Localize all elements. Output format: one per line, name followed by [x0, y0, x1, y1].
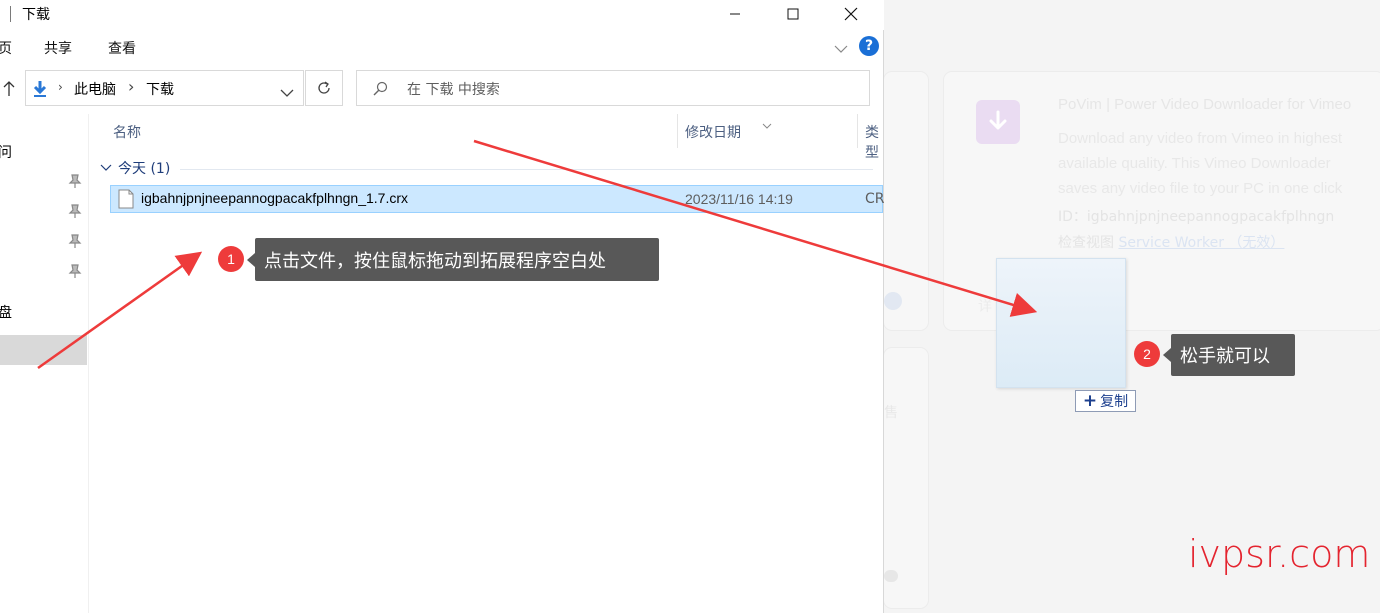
step-1-text: 点击文件，按住鼠标拖动到拓展程序空白处 — [264, 250, 606, 272]
annotation-arrows — [37, 139, 1038, 370]
arrow-to-drop-zone — [473, 139, 1038, 317]
watermark: ivpsr.com — [1188, 532, 1371, 576]
step-2-text: 松手就可以 — [1180, 346, 1270, 367]
step-1-badge: 1 — [218, 246, 244, 272]
arrow-to-file — [37, 251, 203, 370]
step-2-tooltip: 松手就可以 — [1163, 334, 1295, 376]
step-1-tooltip: 点击文件，按住鼠标拖动到拓展程序空白处 — [247, 238, 659, 281]
step-2-badge: 2 — [1134, 341, 1160, 367]
